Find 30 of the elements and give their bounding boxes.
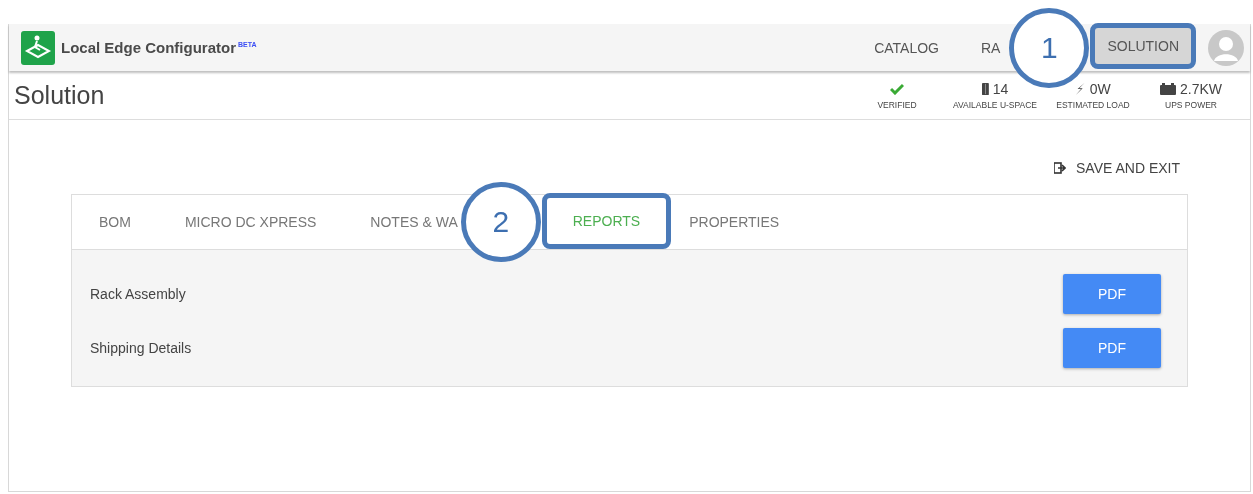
- tab[interactable]: MICRO DC XPRESS: [184, 195, 317, 249]
- save-and-exit-button[interactable]: SAVE AND EXIT: [1052, 158, 1182, 178]
- stat-label: ESTIMATED LOAD: [1056, 100, 1130, 110]
- logo-icon: [21, 30, 55, 65]
- rack-icon: [981, 83, 989, 95]
- stat-value: 0W: [1089, 81, 1111, 97]
- pdf-button[interactable]: PDF: [1063, 328, 1161, 368]
- stat-label: VERIFIED: [877, 100, 917, 110]
- nav-tab[interactable]: SOLUTION: [1090, 22, 1196, 69]
- avatar-icon[interactable]: [1208, 29, 1244, 66]
- battery-icon: [1160, 83, 1176, 95]
- tab[interactable]: REPORTS: [541, 193, 672, 249]
- report-name: Rack Assembly: [90, 286, 186, 302]
- pdf-button[interactable]: PDF: [1063, 274, 1161, 314]
- nav-tab[interactable]: RA: [980, 27, 1001, 68]
- tab[interactable]: PROPERTIES: [689, 195, 780, 249]
- tab[interactable]: NOTES & WA: [370, 195, 458, 249]
- report-name: Shipping Details: [90, 340, 192, 356]
- exit-icon: [1054, 162, 1066, 174]
- stat-label: AVAILABLE U-SPACE: [952, 100, 1038, 110]
- stat-value: 14: [992, 81, 1009, 97]
- callout-number: 2: [460, 182, 541, 262]
- page-title: Solution: [14, 80, 105, 110]
- tab[interactable]: BOM: [99, 195, 131, 249]
- stat-value: 2.7KW: [1180, 81, 1222, 97]
- stat-label: UPS POWER: [1165, 100, 1217, 110]
- callout-number: 1: [1009, 7, 1090, 88]
- app-title: Local Edge Configurator: [61, 39, 236, 56]
- nav-tab[interactable]: CATALOG: [874, 27, 939, 68]
- check-icon: [890, 83, 904, 95]
